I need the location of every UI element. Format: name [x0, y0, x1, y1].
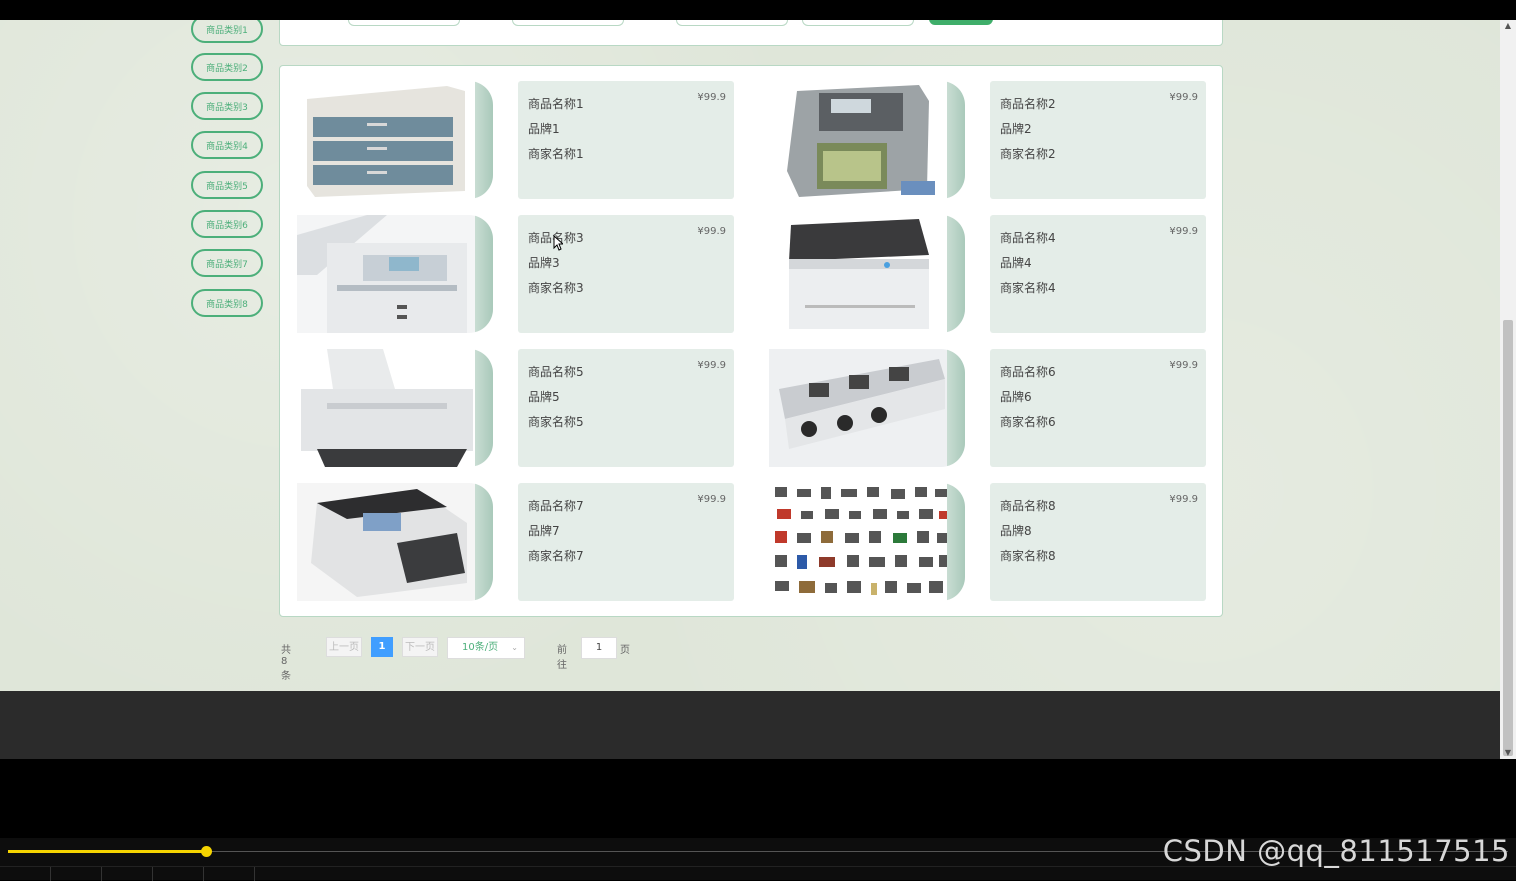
category-button-6[interactable]: 商品类别6 [191, 210, 263, 238]
filter-input-1[interactable] [348, 20, 460, 26]
search-button[interactable] [929, 20, 993, 25]
product-brand: 品牌6 [1000, 390, 1032, 404]
page-background: 商品类别1 商品类别2 商品类别3 商品类别4 商品类别5 商品类别6 商品类别… [0, 20, 1500, 691]
product-name: 商品名称6 [1000, 365, 1056, 379]
prev-page-button[interactable]: 上一页 [326, 637, 362, 657]
product-price: ¥99.9 [697, 92, 726, 103]
product-price: ¥99.9 [1169, 226, 1198, 237]
player-control-2[interactable] [51, 867, 102, 881]
product-name: 商品名称8 [1000, 499, 1056, 513]
product-name: 商品名称4 [1000, 231, 1056, 245]
category-button-2[interactable]: 商品类别2 [191, 53, 263, 81]
product-brand: 品牌5 [528, 390, 560, 404]
product-info-7[interactable]: 商品名称7 品牌7 商家名称7 ¥99.9 [518, 483, 734, 601]
product-image-4[interactable] [769, 215, 965, 333]
product-info-5[interactable]: 商品名称5 品牌5 商家名称5 ¥99.9 [518, 349, 734, 467]
goto-page-input[interactable]: 1 [581, 637, 617, 659]
copier-icon [297, 215, 493, 333]
page-footer [0, 691, 1500, 759]
category-button-7[interactable]: 商品类别7 [191, 249, 263, 277]
money-counter-icon [769, 81, 965, 199]
video-progress-knob[interactable] [201, 846, 212, 857]
mouse-cursor-icon [553, 235, 563, 251]
office-supplies-collage-icon [769, 483, 965, 601]
product-info-1[interactable]: 商品名称1 品牌1 商家名称1 ¥99.9 [518, 81, 734, 199]
search-filter-panel [279, 20, 1223, 46]
product-info-3[interactable]: 商品名称3 品牌3 商家名称3 ¥99.9 [518, 215, 734, 333]
filter-input-3[interactable] [676, 20, 788, 26]
product-merchant: 商家名称8 [1000, 549, 1056, 563]
next-page-button[interactable]: 下一页 [402, 637, 438, 657]
category-button-3[interactable]: 商品类别3 [191, 92, 263, 120]
scroll-down-icon[interactable]: ▼ [1500, 747, 1516, 759]
product-info-6[interactable]: 商品名称6 品牌6 商家名称6 ¥99.9 [990, 349, 1206, 467]
product-name: 商品名称5 [528, 365, 584, 379]
product-price: ¥99.9 [1169, 360, 1198, 371]
inkjet-printer-icon [297, 349, 493, 467]
category-button-5[interactable]: 商品类别5 [191, 171, 263, 199]
product-merchant: 商家名称7 [528, 549, 584, 563]
category-button-4[interactable]: 商品类别4 [191, 131, 263, 159]
product-info-4[interactable]: 商品名称4 品牌4 商家名称4 ¥99.9 [990, 215, 1206, 333]
product-merchant: 商家名称3 [528, 281, 584, 295]
product-info-2[interactable]: 商品名称2 品牌2 商家名称2 ¥99.9 [990, 81, 1206, 199]
office-desks-icon [769, 349, 965, 467]
filter-input-2[interactable] [512, 20, 624, 26]
page-number-1[interactable]: 1 [371, 637, 393, 657]
product-grid: 商品名称1 品牌1 商家名称1 ¥99.9 商品名称2 品牌2 商家名称2 ¥9… [279, 65, 1223, 617]
scrollbar-thumb[interactable] [1503, 320, 1513, 756]
vertical-scrollbar[interactable]: ▲ ▼ [1500, 20, 1516, 759]
product-image-7[interactable] [297, 483, 493, 601]
player-control-4[interactable] [153, 867, 204, 881]
filter-input-4[interactable] [802, 20, 914, 26]
goto-label: 前往 [557, 645, 567, 671]
bill-counter-icon [297, 483, 493, 601]
chevron-down-icon: ⌄ [511, 643, 518, 652]
product-merchant: 商家名称1 [528, 147, 584, 161]
goto-unit: 页 [620, 645, 630, 656]
product-image-2[interactable] [769, 81, 965, 199]
product-brand: 品牌2 [1000, 122, 1032, 136]
player-control-5[interactable] [204, 867, 255, 881]
product-info-8[interactable]: 商品名称8 品牌8 商家名称8 ¥99.9 [990, 483, 1206, 601]
product-price: ¥99.9 [697, 494, 726, 505]
product-merchant: 商家名称4 [1000, 281, 1056, 295]
product-merchant: 商家名称2 [1000, 147, 1056, 161]
player-controls [0, 866, 1516, 881]
product-image-5[interactable] [297, 349, 493, 467]
product-image-8[interactable] [769, 483, 965, 601]
product-brand: 品牌1 [528, 122, 560, 136]
product-brand: 品牌3 [528, 256, 560, 270]
product-merchant: 商家名称5 [528, 415, 584, 429]
product-merchant: 商家名称6 [1000, 415, 1056, 429]
product-name: 商品名称7 [528, 499, 584, 513]
product-brand: 品牌4 [1000, 256, 1032, 270]
product-image-1[interactable] [297, 81, 493, 199]
player-control-1[interactable] [0, 867, 51, 881]
file-cabinet-icon [297, 81, 493, 199]
product-price: ¥99.9 [697, 360, 726, 371]
product-price: ¥99.9 [1169, 494, 1198, 505]
product-image-6[interactable] [769, 349, 965, 467]
product-price: ¥99.9 [697, 226, 726, 237]
page-size-select[interactable]: 10条/页 ⌄ [447, 637, 525, 659]
page-size-value: 10条/页 [462, 642, 499, 653]
pagination-total: 共 8 条 [281, 645, 291, 682]
product-name: 商品名称2 [1000, 97, 1056, 111]
product-brand: 品牌8 [1000, 524, 1032, 538]
category-button-1[interactable]: 商品类别1 [191, 20, 263, 43]
product-image-3[interactable] [297, 215, 493, 333]
csdn-watermark: CSDN @qq_811517515 [1162, 834, 1510, 868]
player-control-3[interactable] [102, 867, 153, 881]
category-button-8[interactable]: 商品类别8 [191, 289, 263, 317]
product-price: ¥99.9 [1169, 92, 1198, 103]
product-brand: 品牌7 [528, 524, 560, 538]
video-progress-fill [8, 850, 206, 853]
product-name: 商品名称1 [528, 97, 584, 111]
laser-printer-icon [769, 215, 965, 333]
scroll-up-icon[interactable]: ▲ [1500, 20, 1516, 32]
